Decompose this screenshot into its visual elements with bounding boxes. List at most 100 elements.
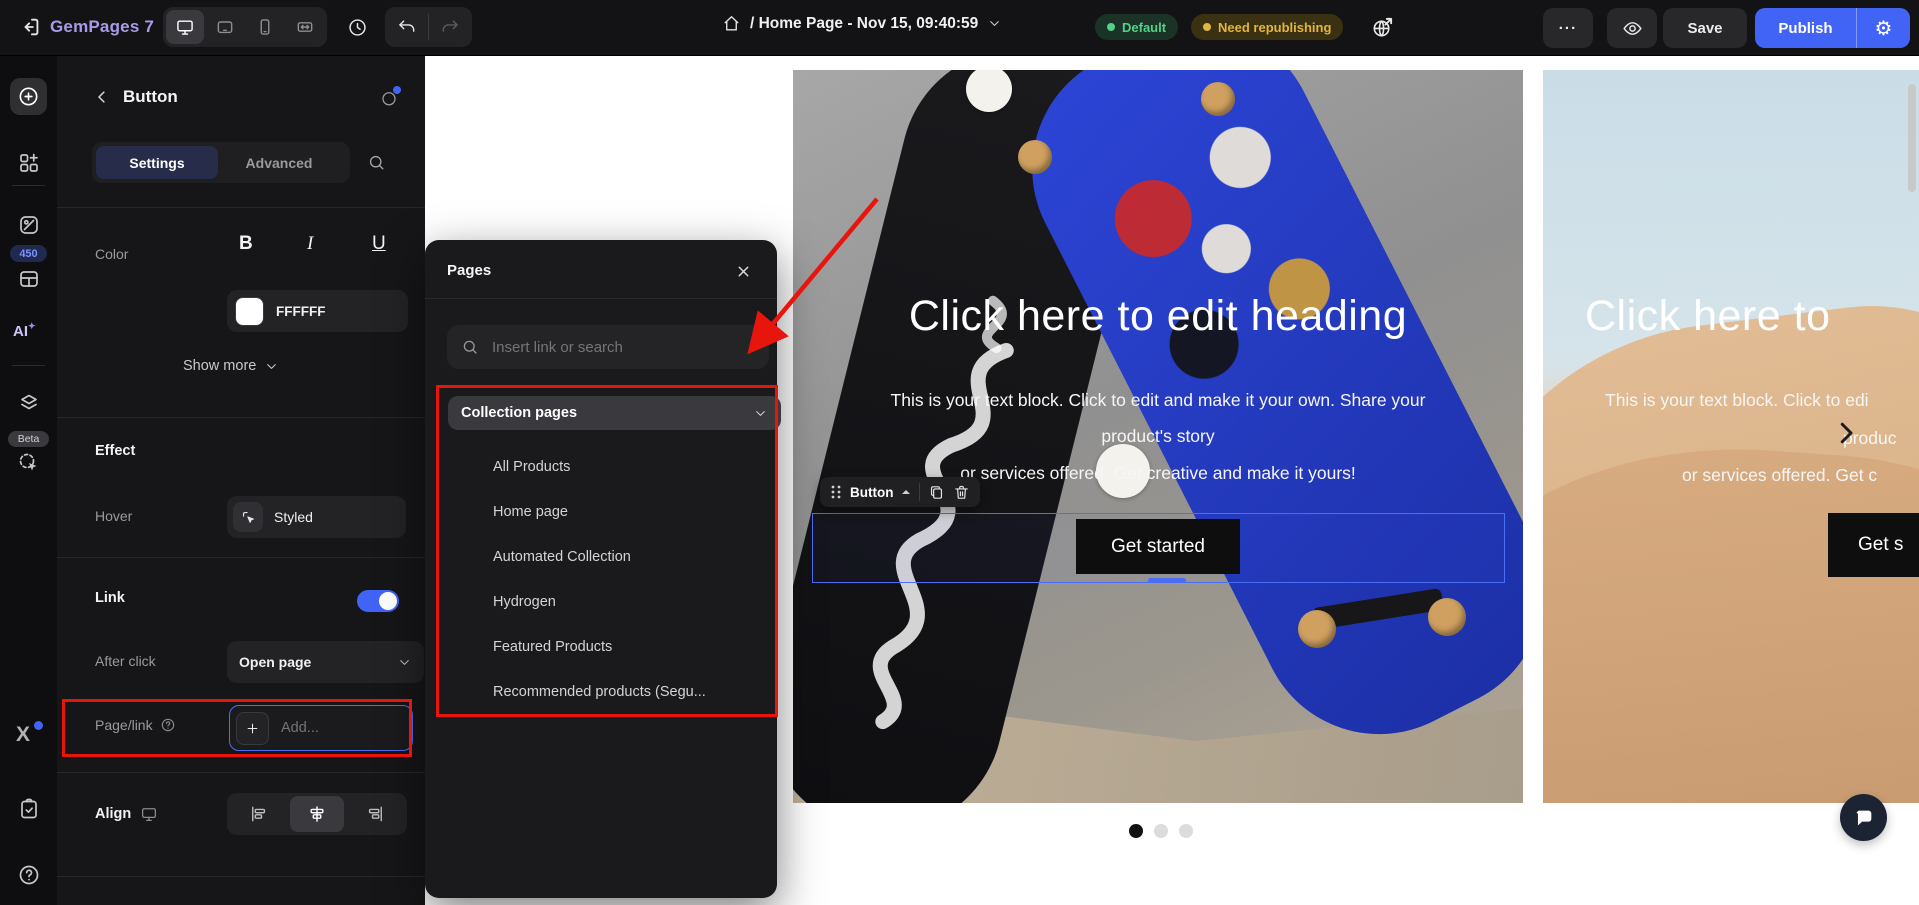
onboarding-checklist-icon[interactable] bbox=[17, 797, 41, 821]
align-left-button[interactable] bbox=[232, 796, 286, 832]
responsive-width-icon bbox=[295, 17, 315, 37]
device-mobile-button[interactable] bbox=[246, 10, 284, 44]
carousel-next-arrow[interactable] bbox=[1831, 418, 1861, 448]
page-item[interactable]: All Products bbox=[493, 452, 570, 482]
cursor-hover-icon bbox=[240, 509, 257, 526]
sparkle-icon: ✦ bbox=[28, 321, 36, 331]
link-search-box[interactable] bbox=[447, 325, 769, 369]
carousel-dot-active[interactable] bbox=[1129, 824, 1143, 838]
popup-title: Pages bbox=[447, 262, 491, 279]
page-link-input[interactable] bbox=[279, 719, 393, 737]
tab-advanced[interactable]: Advanced bbox=[220, 146, 338, 179]
back-chevron-icon[interactable] bbox=[93, 88, 111, 106]
device-desktop-button[interactable] bbox=[166, 10, 204, 44]
carousel-dot[interactable] bbox=[1154, 824, 1168, 838]
link-toggle[interactable] bbox=[357, 590, 399, 612]
align-right-button[interactable] bbox=[348, 796, 402, 832]
tab-settings-label: Settings bbox=[129, 155, 184, 171]
page-item[interactable]: Featured Products bbox=[493, 632, 612, 662]
caret-up-icon[interactable] bbox=[901, 488, 911, 496]
gempages-editor: Click here to edit heading This is your … bbox=[0, 0, 1919, 905]
after-click-dropdown[interactable]: Open page bbox=[227, 641, 424, 683]
undo-icon bbox=[397, 17, 417, 37]
format-italic-button[interactable]: I bbox=[307, 233, 313, 255]
show-more-label: Show more bbox=[183, 358, 256, 374]
format-underline-button[interactable]: U bbox=[372, 233, 386, 255]
help-icon[interactable] bbox=[17, 863, 41, 887]
color-control[interactable]: FFFFFF bbox=[227, 290, 408, 332]
hover-style-button[interactable]: Styled bbox=[227, 496, 406, 538]
search-icon bbox=[461, 338, 479, 356]
heading-editable[interactable]: Click here to bbox=[1543, 292, 1919, 341]
get-started-button-2[interactable]: Get s bbox=[1828, 513, 1919, 577]
page-link-add-control[interactable] bbox=[229, 705, 413, 751]
after-click-value: Open page bbox=[239, 654, 311, 670]
mobile-icon bbox=[255, 17, 275, 37]
plus-circle-icon bbox=[17, 85, 40, 108]
drag-handle-icon[interactable] bbox=[830, 484, 842, 500]
breadcrumb[interactable]: / Home Page - Nov 15, 09:40:59 bbox=[722, 14, 1002, 33]
panel-divider bbox=[57, 772, 425, 773]
duplicate-icon[interactable] bbox=[928, 484, 945, 501]
link-search-input[interactable] bbox=[490, 338, 734, 357]
device-responsive-button[interactable] bbox=[286, 10, 324, 44]
sidebar-item-ai[interactable]: AI✦ bbox=[13, 323, 36, 340]
text-block-line[interactable]: This is your text block. Click to edi bbox=[1605, 390, 1869, 411]
sidebar-item-x-integration[interactable]: X bbox=[16, 723, 30, 747]
chevron-down-icon bbox=[987, 16, 1002, 31]
tab-settings[interactable]: Settings bbox=[96, 146, 218, 179]
slide-skateboard[interactable]: Click here to edit heading This is your … bbox=[793, 70, 1523, 803]
close-icon[interactable] bbox=[735, 263, 752, 280]
publish-button[interactable]: Publish bbox=[1755, 8, 1856, 48]
preview-button[interactable] bbox=[1607, 8, 1657, 48]
get-started-button[interactable]: Get started bbox=[1076, 519, 1240, 574]
align-left-icon bbox=[249, 804, 269, 824]
theme-styles-icon[interactable] bbox=[17, 213, 41, 237]
add-link-button[interactable] bbox=[236, 712, 269, 745]
slide-desert[interactable]: Click here to This is your text block. C… bbox=[1543, 70, 1919, 803]
align-center-button[interactable] bbox=[290, 796, 344, 832]
panel-search-icon[interactable] bbox=[367, 153, 386, 172]
chat-widget-button[interactable] bbox=[1840, 794, 1887, 841]
format-bold-button[interactable]: B bbox=[239, 233, 253, 255]
skateboard-wheel bbox=[1298, 610, 1336, 648]
exit-editor-button[interactable] bbox=[20, 16, 42, 38]
add-element-button[interactable] bbox=[10, 78, 47, 115]
text-block-line[interactable]: product's story bbox=[793, 426, 1523, 447]
align-heading: Align bbox=[95, 806, 131, 822]
panel-info-icon[interactable] bbox=[380, 89, 398, 107]
device-scope-monitor-icon bbox=[140, 805, 158, 823]
more-actions-button[interactable]: ... bbox=[1543, 8, 1593, 48]
page-item[interactable]: Recommended products (Segu... bbox=[493, 677, 706, 707]
page-link-label-row: Page/link bbox=[95, 717, 176, 733]
get-started-label-2: Get s bbox=[1858, 534, 1903, 556]
show-more-button[interactable]: Show more bbox=[183, 358, 279, 374]
collection-pages-dropdown[interactable]: Collection pages bbox=[448, 396, 781, 430]
text-block-line[interactable]: This is your text block. Click to edit a… bbox=[793, 390, 1523, 411]
trash-icon[interactable] bbox=[953, 484, 970, 501]
heading-editable[interactable]: Click here to edit heading bbox=[793, 292, 1523, 341]
redo-button[interactable] bbox=[431, 10, 469, 44]
skateboard-wheel bbox=[1428, 598, 1466, 636]
layout-templates-icon[interactable] bbox=[17, 267, 41, 291]
device-tablet-button[interactable] bbox=[206, 10, 244, 44]
layers-icon[interactable] bbox=[17, 391, 41, 415]
color-swatch[interactable] bbox=[235, 297, 264, 326]
sections-library-icon[interactable] bbox=[17, 151, 41, 175]
interactions-icon[interactable] bbox=[17, 451, 41, 475]
version-history-button[interactable] bbox=[347, 17, 368, 38]
save-button[interactable]: Save bbox=[1663, 8, 1747, 48]
publish-settings-button[interactable]: ⚙ bbox=[1857, 8, 1910, 48]
canvas-scrollbar[interactable] bbox=[1908, 84, 1916, 192]
tooltip-question-icon[interactable] bbox=[160, 717, 176, 733]
page-item[interactable]: Automated Collection bbox=[493, 542, 631, 572]
page-item[interactable]: Hydrogen bbox=[493, 587, 556, 617]
ai-label: AI bbox=[13, 323, 28, 340]
carousel-dot[interactable] bbox=[1179, 824, 1193, 838]
text-block-line[interactable]: or services offered. Get c bbox=[1682, 465, 1877, 486]
undo-button[interactable] bbox=[388, 10, 426, 44]
page-item[interactable]: Home page bbox=[493, 497, 568, 527]
view-live-site-button[interactable] bbox=[1371, 16, 1394, 39]
redo-icon bbox=[440, 17, 460, 37]
tablet-icon bbox=[215, 17, 235, 37]
